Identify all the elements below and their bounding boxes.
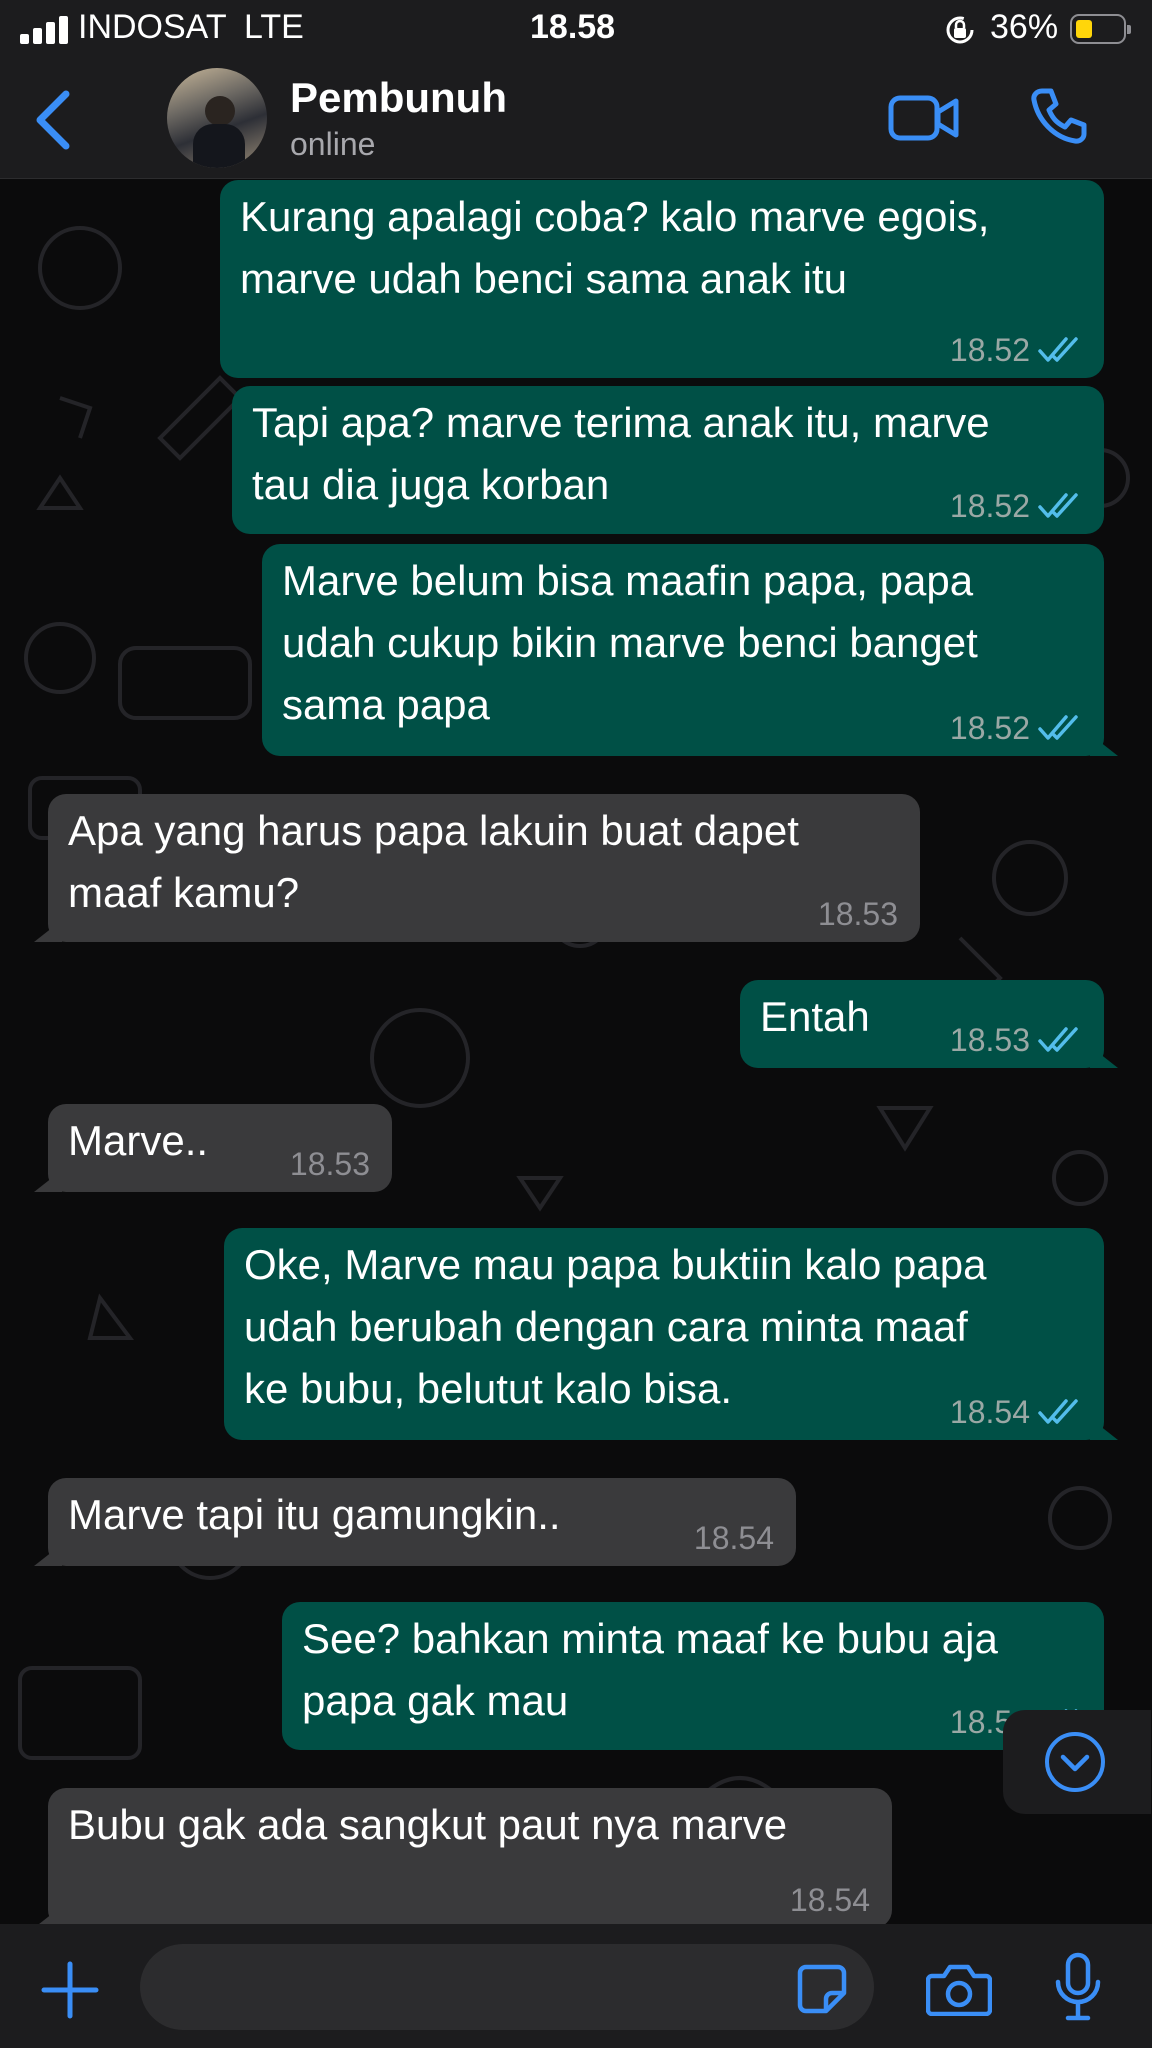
message-text: Apa yang harus papa lakuin buat dapet ma…	[68, 807, 799, 916]
message-text: Bubu gak ada sangkut paut nya marve	[68, 1801, 788, 1848]
bubble-tail	[1090, 1046, 1118, 1068]
video-call-icon[interactable]	[888, 90, 960, 146]
message-input[interactable]	[140, 1944, 874, 2030]
contact-name[interactable]: Pembunuh	[290, 74, 507, 122]
incoming-message[interactable]: Marve tapi itu gamungkin.. 18.54	[34, 1478, 796, 1566]
message-meta: 18.52	[950, 486, 1082, 526]
outgoing-message[interactable]: See? bahkan minta maaf ke bubu aja papa …	[282, 1602, 1104, 1750]
outgoing-message[interactable]: Tapi apa? marve terima anak itu, marve t…	[232, 386, 1104, 534]
read-receipt-icon	[1038, 337, 1078, 362]
chevron-down-icon	[1045, 1732, 1105, 1792]
read-receipt-icon	[1038, 1399, 1078, 1424]
battery-icon	[1070, 14, 1131, 44]
message-text: Marve tapi itu gamungkin..	[68, 1491, 561, 1538]
bubble-tail	[34, 1170, 62, 1192]
incoming-message[interactable]: Bubu gak ada sangkut paut nya marve 18.54	[34, 1788, 892, 1924]
message-meta: 18.53	[818, 894, 898, 934]
bubble-tail	[34, 920, 62, 942]
bubble-tail	[34, 1906, 62, 1924]
message-time: 18.52	[949, 710, 1030, 746]
scroll-to-bottom-button[interactable]	[1003, 1710, 1151, 1814]
camera-icon[interactable]	[926, 1962, 992, 2016]
incoming-message[interactable]: Apa yang harus papa lakuin buat dapet ma…	[34, 794, 920, 942]
bubble-tail	[1090, 734, 1118, 756]
message-meta: 18.53	[950, 1020, 1082, 1060]
outgoing-message[interactable]: Oke, Marve mau papa buktiin kalo papa ud…	[224, 1228, 1118, 1440]
read-receipt-icon	[1038, 1027, 1078, 1052]
contact-presence: online	[290, 126, 376, 162]
message-time: 18.54	[949, 1394, 1030, 1430]
message-time: 18.53	[949, 1022, 1030, 1058]
message-time: 18.53	[817, 896, 898, 932]
incoming-message[interactable]: Marve.. 18.53	[34, 1104, 392, 1192]
message-input-bar	[0, 1924, 1152, 2048]
message-meta: 18.53	[290, 1144, 370, 1184]
clock: 18.58	[530, 8, 616, 46]
sticker-icon[interactable]	[796, 1963, 848, 2015]
bubble-tail	[34, 1544, 62, 1566]
network-type: LTE	[244, 8, 304, 46]
read-receipt-icon	[1038, 493, 1078, 518]
message-list[interactable]: Kurang apalagi coba? kalo marve egois, m…	[0, 178, 1152, 1924]
plus-icon[interactable]	[40, 1960, 100, 2020]
status-bar: INDOSAT LTE 18.58 36%	[0, 0, 1152, 62]
message-meta: 18.54	[790, 1880, 870, 1920]
message-meta: 18.54	[694, 1518, 774, 1558]
outgoing-message[interactable]: Entah 18.53	[740, 980, 1118, 1068]
message-time: 18.54	[693, 1520, 774, 1556]
orientation-lock-icon	[946, 16, 974, 44]
signal-strength-icon	[20, 16, 70, 44]
read-receipt-icon	[1038, 715, 1078, 740]
message-meta: 18.52	[950, 330, 1082, 370]
bubble-tail	[1090, 1418, 1118, 1440]
message-meta: 18.54	[950, 1392, 1082, 1432]
outgoing-message[interactable]: Marve belum bisa maafin papa, papa udah …	[262, 544, 1118, 756]
battery-percent: 36%	[990, 8, 1059, 46]
message-time: 18.53	[289, 1146, 370, 1182]
microphone-icon[interactable]	[1052, 1952, 1104, 2024]
message-meta: 18.52	[950, 708, 1082, 748]
back-icon[interactable]	[30, 88, 74, 152]
contact-avatar[interactable]	[167, 68, 267, 168]
outgoing-message[interactable]: Kurang apalagi coba? kalo marve egois, m…	[220, 180, 1104, 378]
message-time: 18.52	[949, 332, 1030, 368]
carrier-name: INDOSAT	[78, 8, 227, 46]
chat-header: Pembunuh online	[0, 62, 1152, 179]
phone-call-icon[interactable]	[1028, 86, 1088, 146]
message-time: 18.54	[789, 1882, 870, 1918]
message-time: 18.52	[949, 488, 1030, 524]
message-text: Kurang apalagi coba? kalo marve egois, m…	[240, 193, 990, 302]
